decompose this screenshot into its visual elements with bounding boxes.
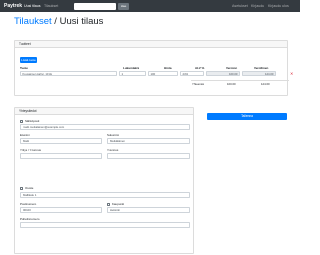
page-title: Tilaukset / Uusi tilaus bbox=[14, 16, 103, 27]
order-card-header: Tuotteet bbox=[15, 41, 287, 48]
top-navbar: Paytrek Uusi tilaus Tilaukset Hae Asetuk… bbox=[0, 0, 300, 12]
nav-link-new-order[interactable]: Uusi tilaus bbox=[24, 4, 41, 9]
nav-link-logout[interactable]: Kirjaudu ulos bbox=[268, 4, 289, 9]
email-checkbox[interactable] bbox=[20, 119, 23, 123]
column-header-gross: Verollinen bbox=[254, 66, 269, 70]
nav-link-settings[interactable]: Asetukset bbox=[232, 4, 248, 9]
column-header-product: Tuote bbox=[20, 66, 28, 70]
total-gross: 124.00 bbox=[261, 82, 270, 86]
postal-code-label: Postinumero bbox=[20, 202, 37, 206]
totals-label: Yhteensä bbox=[192, 82, 204, 86]
gross-amount-field: 124.00 bbox=[242, 71, 276, 76]
company-label: Yritys / Y-tunnus bbox=[20, 148, 41, 152]
firstname-label: Etunimi bbox=[20, 133, 30, 137]
nav-link-login[interactable]: Kirjaudu bbox=[251, 4, 264, 9]
lastname-field[interactable]: Meikäläinen bbox=[107, 138, 190, 144]
nav-search-input[interactable] bbox=[74, 2, 116, 10]
city-checkbox[interactable] bbox=[107, 202, 110, 206]
order-products-card: Tuotteet Lisää tuote Tuote Lukumäärä Hin… bbox=[14, 40, 293, 96]
phone-label: Puhelinnumero bbox=[20, 217, 40, 221]
column-header-net: Veroton bbox=[226, 66, 238, 70]
nav-search-button[interactable]: Hae bbox=[118, 2, 129, 10]
breadcrumb-separator: / bbox=[51, 16, 60, 27]
address-label: Osoite bbox=[25, 186, 34, 190]
column-header-vat: ALV % bbox=[195, 66, 205, 70]
total-net: 100.00 bbox=[227, 82, 236, 86]
city-field[interactable]: Helsinki bbox=[107, 207, 190, 213]
brand-logo[interactable]: Paytrek bbox=[4, 3, 22, 9]
breadcrumb-orders-link[interactable]: Tilaukset bbox=[14, 16, 52, 27]
email-label: Sähköposti bbox=[25, 119, 40, 123]
column-header-price: Hinta bbox=[164, 66, 172, 70]
totals-divider bbox=[191, 80, 289, 81]
price-input[interactable]: 100 bbox=[148, 71, 178, 76]
net-amount-field: 100.00 bbox=[206, 71, 240, 76]
company-field[interactable] bbox=[20, 153, 102, 159]
add-product-button[interactable]: Lisää tuote bbox=[20, 57, 37, 63]
breadcrumb-current: Uusi tilaus bbox=[59, 16, 104, 27]
phone-field[interactable] bbox=[20, 222, 190, 228]
quantity-input[interactable]: 1 bbox=[119, 71, 146, 76]
firstname-field[interactable]: Matti bbox=[20, 138, 102, 144]
city-label: Kaupunki bbox=[112, 202, 125, 206]
customer-card-header: Yhteystiedot bbox=[15, 108, 193, 115]
save-button[interactable]: Tallenna bbox=[207, 113, 287, 120]
column-header-quantity: Lukumäärä bbox=[123, 66, 140, 70]
address-checkbox[interactable] bbox=[20, 186, 23, 190]
postal-code-field[interactable]: 00100 bbox=[20, 207, 102, 213]
email-field[interactable]: matti.meikalainen@example.com bbox=[20, 124, 190, 130]
remove-row-icon[interactable]: ✕ bbox=[290, 71, 293, 76]
customer-info-card: Yhteystiedot Sähköposti matti.meikalaine… bbox=[14, 107, 194, 254]
lastname-label: Sukunimi bbox=[107, 133, 119, 137]
product-input[interactable]: Kuusaimen kahvi, 10 kk bbox=[20, 71, 117, 76]
vat-select[interactable]: 24% bbox=[180, 71, 204, 76]
business-id-label: Y-tunnus bbox=[107, 148, 119, 152]
address-field[interactable]: Mallikatu 1 bbox=[20, 192, 190, 198]
business-id-field[interactable] bbox=[107, 153, 190, 159]
nav-link-orders[interactable]: Tilaukset bbox=[44, 4, 58, 9]
